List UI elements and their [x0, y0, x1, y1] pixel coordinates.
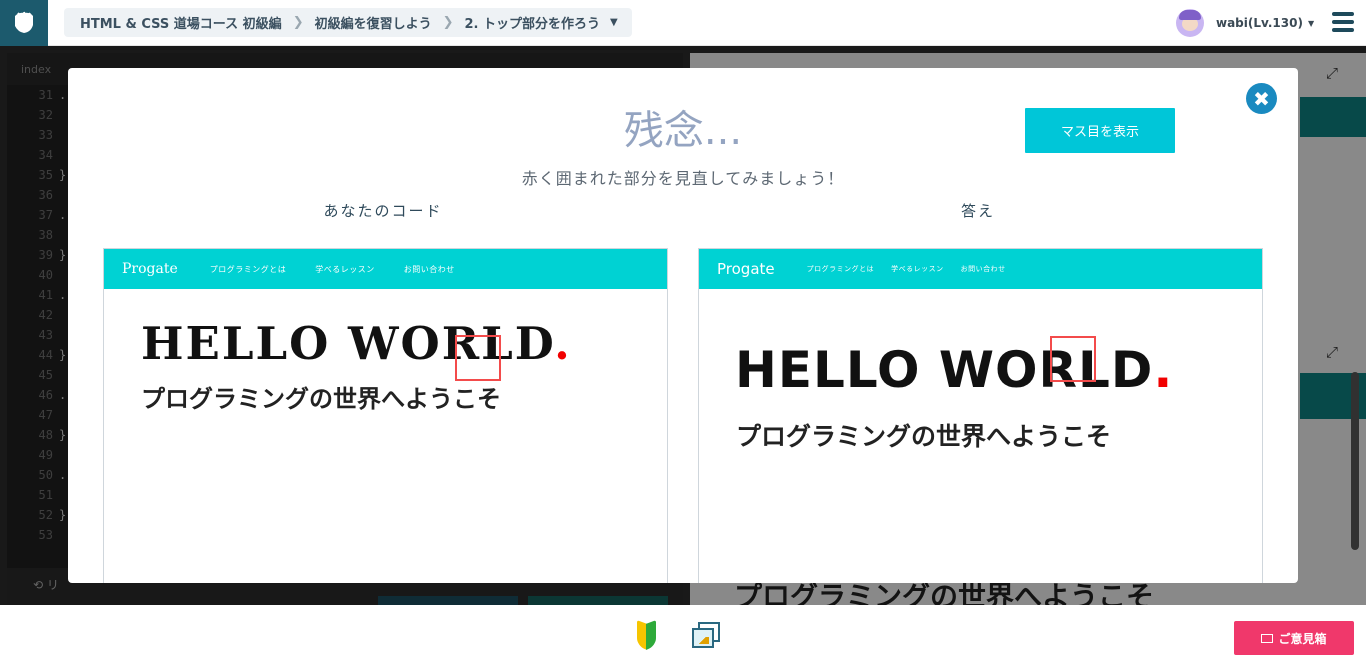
avatar: [1176, 9, 1204, 37]
menu-bar: [1332, 20, 1354, 24]
answer-preview: Progate プログラミングとは 学べるレッスン お問い合わせ HELLO W…: [698, 248, 1263, 583]
result-modal: ✖ 残念... マス目を表示 赤く囲まれた部分を見直してみましょう！ あなたのコ…: [68, 68, 1298, 583]
difference-highlight-box: [455, 335, 501, 381]
preview-navbar: Progate プログラミングとは 学べるレッスン お問い合わせ: [104, 249, 667, 289]
preview-navbar: Progate プログラミングとは 学べるレッスン お問い合わせ: [699, 249, 1262, 289]
preview-brand: Progate: [717, 260, 775, 278]
beginner-mark-right: [646, 620, 656, 650]
preview-subheading: プログラミングの世界へようこそ: [141, 385, 501, 413]
preview-subheading: プログラミングの世界へようこそ: [736, 422, 1112, 451]
beginner-mark-icon[interactable]: [637, 620, 656, 650]
hamburger-menu-icon[interactable]: [1332, 12, 1354, 32]
progate-logo[interactable]: [0, 0, 48, 46]
slide-front: [692, 628, 714, 648]
feedback-button[interactable]: ご意見箱: [1234, 621, 1354, 655]
menu-bar: [1332, 12, 1354, 16]
preview-hello-heading: HELLO WORLD.: [735, 341, 1173, 399]
preview-nav-link: プログラミングとは: [209, 264, 287, 274]
preview-nav-link: 学べるレッスン: [315, 264, 375, 274]
preview-red-dot: .: [554, 317, 572, 370]
modal-subtitle: 赤く囲まれた部分を見直してみましょう！: [521, 169, 845, 188]
preview-nav-link: 学べるレッスン: [891, 265, 944, 273]
user-name: wabi(Lv.130): [1216, 16, 1303, 30]
chevron-right-icon: ❯: [442, 15, 454, 30]
bottom-bar: ご意見箱: [0, 605, 1366, 655]
menu-bar: [1332, 28, 1354, 32]
preview-nav-link: お問い合わせ: [403, 264, 455, 274]
preview-brand: Progate: [122, 261, 178, 277]
your-code-preview: Progate プログラミングとは 学べるレッスン お問い合わせ HELLO W…: [103, 248, 668, 583]
mail-icon: [1261, 633, 1274, 643]
preview-red-dot: .: [1153, 341, 1174, 399]
slides-icon[interactable]: [692, 622, 720, 648]
breadcrumb-chapter[interactable]: 初級編を復習しよう: [315, 13, 432, 32]
show-grid-button[interactable]: マス目を表示: [1025, 108, 1175, 153]
answer-label: 答え: [960, 202, 995, 220]
breadcrumb-lesson[interactable]: 2. トップ部分を作ろう: [465, 13, 601, 32]
top-header: HTML & CSS 道場コース 初級編 ❯ 初級編を復習しよう ❯ 2. トッ…: [0, 0, 1366, 46]
user-menu[interactable]: wabi(Lv.130) ▼: [1176, 9, 1314, 37]
your-code-label: あなたのコード: [323, 202, 443, 220]
chevron-right-icon: ❯: [292, 15, 304, 30]
caret-down-icon: ▼: [1307, 18, 1315, 28]
preview-nav-link: プログラミングとは: [806, 265, 875, 273]
breadcrumb-course[interactable]: HTML & CSS 道場コース 初級編: [80, 13, 282, 32]
preview-nav-link: お問い合わせ: [960, 265, 1006, 273]
breadcrumb: HTML & CSS 道場コース 初級編 ❯ 初級編を復習しよう ❯ 2. トッ…: [64, 8, 632, 37]
caret-down-icon[interactable]: ▼: [610, 17, 618, 28]
difference-highlight-box: [1050, 336, 1096, 382]
preview-hello-heading: HELLO WORLD.: [141, 317, 572, 370]
feedback-label: ご意見箱: [1278, 631, 1327, 646]
dove-logo-icon: [15, 11, 33, 34]
